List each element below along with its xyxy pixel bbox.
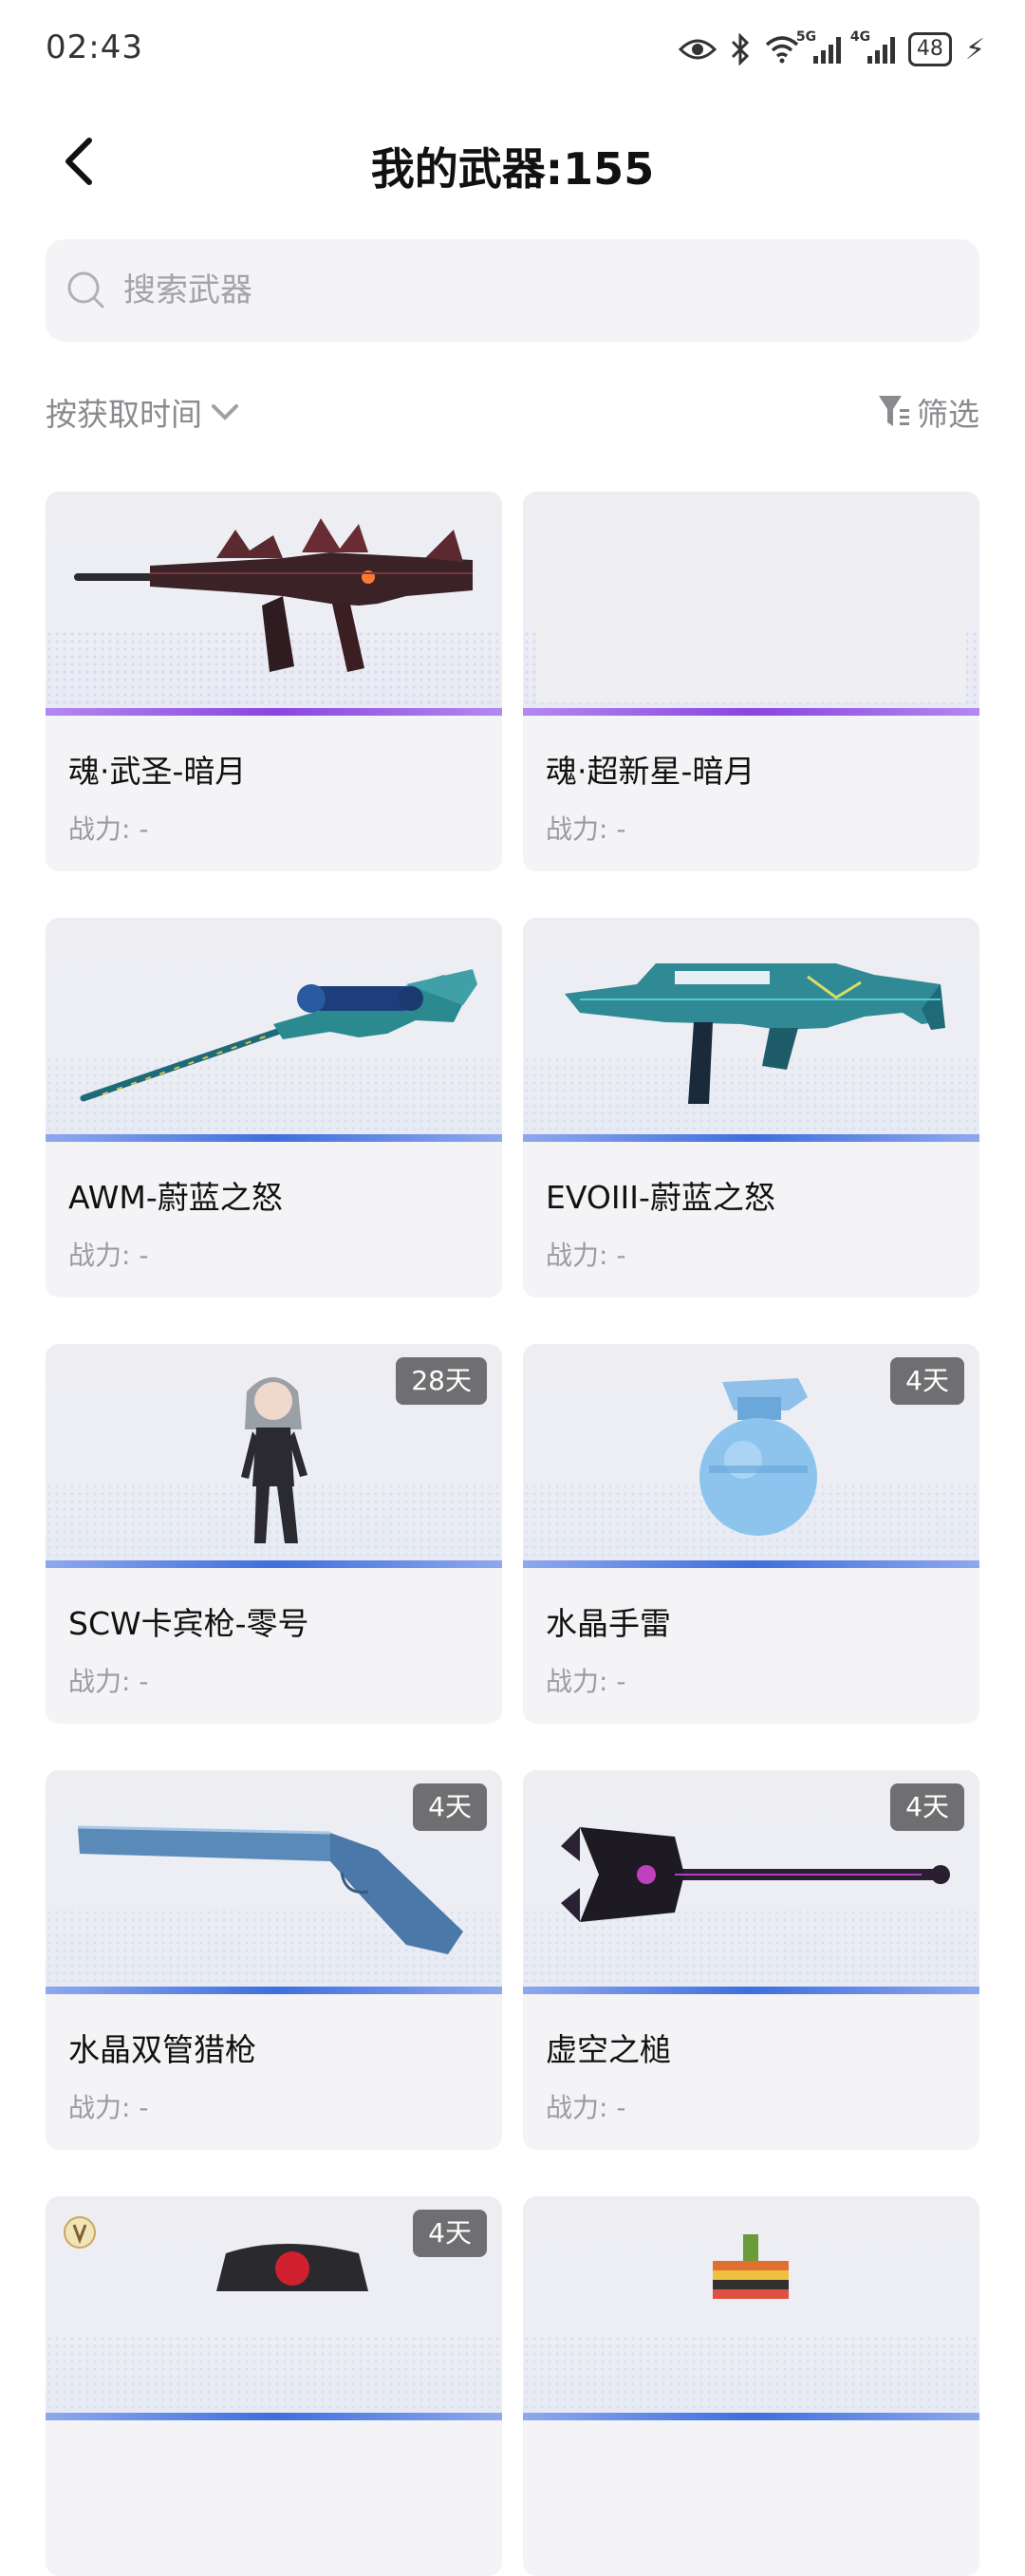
search-input[interactable] [121, 271, 885, 310]
charging-icon: ⚡ [964, 32, 985, 66]
weapon-image [46, 918, 502, 1142]
weapon-power: 战力: - [68, 2092, 149, 2123]
weapon-image: 4天 [523, 1344, 979, 1568]
wifi-icon [765, 36, 799, 64]
header: 我的武器:155 [0, 114, 1025, 209]
weapon-power: 战力: - [546, 1666, 626, 1697]
status-time: 02:43 [46, 28, 143, 66]
assault-rifle-icon [74, 518, 473, 672]
signal-5g-icon: 5G [796, 29, 841, 64]
weapon-card[interactable]: EVOIII-蔚蓝之怒 战力: - [523, 918, 979, 1297]
page-title: 我的武器:155 [370, 143, 655, 195]
weapon-card[interactable]: 4天 水晶双管猎枪 战力: - [46, 1770, 502, 2150]
weapon-image: 4天 [523, 1770, 979, 1994]
weapon-power: 战力: - [546, 1240, 626, 1271]
weapon-image: 4天 [46, 2196, 502, 2420]
weapon-card[interactable]: 魂·超新星-暗月 战力: - [523, 492, 979, 871]
status-bar: 02:43 5G 4G 48 ⚡ [0, 0, 1025, 95]
weapon-card[interactable]: 魂·武圣-暗月 战力: - [46, 492, 502, 871]
sort-dropdown[interactable]: 按获取时间 [46, 389, 242, 435]
weapon-image: 28天 [46, 1344, 502, 1568]
image-placeholder [536, 505, 966, 702]
weapon-power: 战力: - [68, 1240, 149, 1271]
sort-label: 按获取时间 [46, 396, 202, 433]
network-label-5g: 5G [795, 29, 817, 45]
weapon-card[interactable]: 4天 水晶手雷 战力: - [523, 1344, 979, 1724]
signal-4g-icon: 4G [850, 29, 895, 64]
weapon-card[interactable]: 4天 虚空之槌 战力: - [523, 1770, 979, 2150]
weapon-name: 魂·超新星-暗月 [546, 753, 755, 790]
days-badge: 28天 [396, 1357, 487, 1405]
smg-icon [565, 963, 945, 1104]
weapon-card[interactable] [523, 2196, 979, 2576]
weapon-image [523, 2196, 979, 2420]
weapon-image [523, 492, 979, 716]
filter-icon [879, 396, 909, 426]
toolbar: 按获取时间 筛选 [46, 380, 979, 446]
weapon-name: SCW卡宾枪-零号 [68, 1605, 309, 1642]
weapon-card[interactable]: AWM-蔚蓝之怒 战力: - [46, 918, 502, 1297]
weapon-card[interactable]: 28天 SCW卡宾枪-零号 战力: - [46, 1344, 502, 1724]
weapon-grid: 魂·武圣-暗月 战力: - 魂·超新星-暗月 战力: - AWM-蔚蓝之怒 战力… [46, 492, 979, 2576]
search-box[interactable] [46, 239, 979, 342]
chevron-down-icon [212, 404, 238, 420]
filter-label: 筛选 [917, 396, 979, 433]
days-badge: 4天 [413, 1783, 487, 1831]
weapon-power: 战力: - [546, 2092, 626, 2123]
weapon-card[interactable]: 4天 [46, 2196, 502, 2576]
weapon-name: 水晶双管猎枪 [68, 2031, 256, 2068]
days-badge: 4天 [413, 2210, 487, 2257]
weapon-power: 战力: - [68, 813, 149, 845]
bluetooth-icon [731, 33, 750, 65]
weapon-name: 水晶手雷 [546, 1605, 671, 1642]
weapon-name: 虚空之槌 [546, 2031, 671, 2068]
weapon-power: 战力: - [546, 813, 626, 845]
network-label-4g: 4G [849, 29, 871, 45]
search-icon [67, 271, 104, 308]
battery-icon: 48 [907, 32, 952, 66]
eye-icon [678, 39, 717, 60]
weapon-image: 4天 [46, 1770, 502, 1994]
days-badge: 4天 [890, 1357, 964, 1405]
weapon-name: EVOIII-蔚蓝之怒 [546, 1179, 775, 1216]
status-icons: 5G 4G 48 ⚡ [678, 28, 985, 70]
filter-button[interactable]: 筛选 [877, 389, 979, 435]
striped-item-icon [713, 2234, 789, 2299]
weapon-name: 魂·武圣-暗月 [68, 753, 247, 790]
weapon-power: 战力: - [68, 1666, 149, 1697]
sniper-rifle-icon [80, 969, 477, 1102]
weapon-image [523, 918, 979, 1142]
weapon-name: AWM-蔚蓝之怒 [68, 1179, 283, 1216]
weapon-image [46, 492, 502, 716]
days-badge: 4天 [890, 1783, 964, 1831]
